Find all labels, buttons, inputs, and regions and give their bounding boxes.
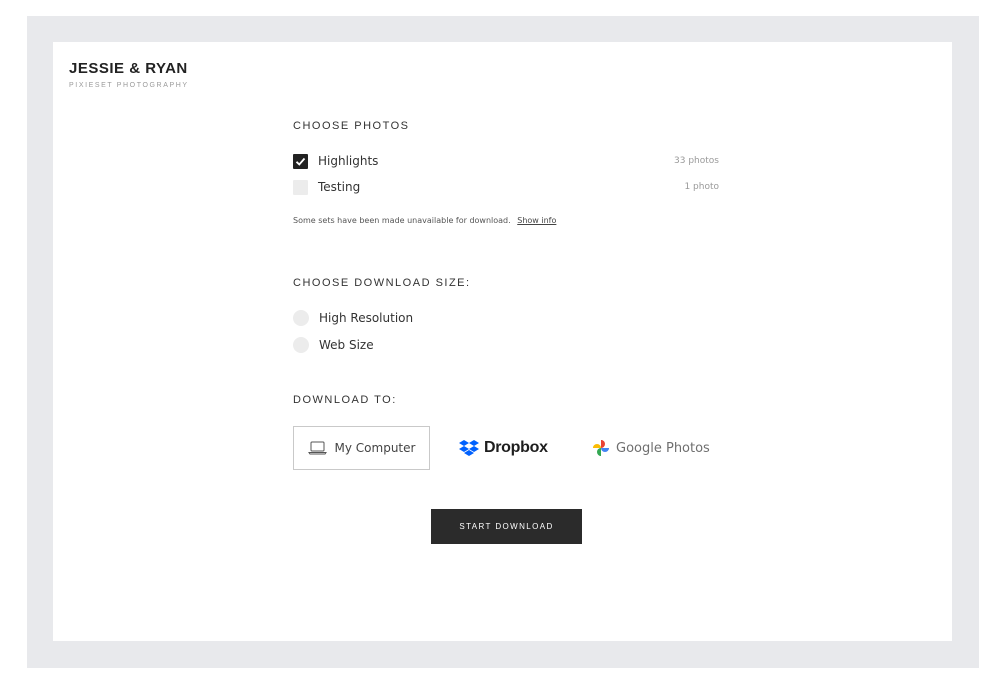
- page-frame: JESSIE & RYAN PIXIESET PHOTOGRAPHY CHOOS…: [27, 16, 979, 668]
- start-download-button[interactable]: START DOWNLOAD: [431, 509, 582, 544]
- high-resolution-radio[interactable]: [293, 310, 309, 326]
- dropbox-logo-icon: [459, 440, 479, 456]
- note-text: Some sets have been made unavailable for…: [293, 216, 511, 225]
- download-destinations: My Computer Dropbox Google Photos: [293, 426, 723, 470]
- google-photos-option[interactable]: Google Photos: [592, 426, 710, 470]
- my-computer-label: My Computer: [334, 441, 416, 455]
- size-option-high-resolution[interactable]: High Resolution: [293, 309, 719, 327]
- dropbox-option[interactable]: Dropbox: [459, 426, 548, 470]
- checkmark-icon: [295, 157, 306, 166]
- laptop-icon: [307, 441, 327, 455]
- download-card: JESSIE & RYAN PIXIESET PHOTOGRAPHY CHOOS…: [53, 42, 952, 641]
- unavailable-sets-note: Some sets have been made unavailable for…: [293, 216, 556, 225]
- gallery-title: JESSIE & RYAN: [69, 60, 188, 77]
- set-row-highlights[interactable]: Highlights 33 photos: [293, 152, 719, 170]
- web-size-radio[interactable]: [293, 337, 309, 353]
- set-label: Testing: [318, 180, 361, 194]
- download-size-title: CHOOSE DOWNLOAD SIZE:: [293, 277, 471, 289]
- choose-photos-title: CHOOSE PHOTOS: [293, 120, 410, 132]
- brand-subtitle: PIXIESET PHOTOGRAPHY: [69, 82, 189, 89]
- highlights-checkbox[interactable]: [293, 153, 308, 169]
- set-label: Highlights: [318, 154, 379, 168]
- show-info-link[interactable]: Show info: [517, 216, 556, 225]
- google-photos-label: Google Photos: [616, 440, 710, 456]
- set-photo-count: 33 photos: [674, 156, 719, 166]
- testing-checkbox[interactable]: [293, 179, 308, 195]
- size-option-label: High Resolution: [319, 311, 414, 325]
- size-option-label: Web Size: [319, 338, 374, 352]
- set-row-testing[interactable]: Testing 1 photo: [293, 178, 719, 196]
- google-photos-logo-icon: [593, 440, 609, 456]
- size-option-web-size[interactable]: Web Size: [293, 336, 719, 354]
- download-to-title: DOWNLOAD TO:: [293, 394, 397, 406]
- set-photo-count: 1 photo: [684, 182, 719, 192]
- my-computer-option[interactable]: My Computer: [293, 426, 430, 470]
- dropbox-label: Dropbox: [484, 439, 548, 456]
